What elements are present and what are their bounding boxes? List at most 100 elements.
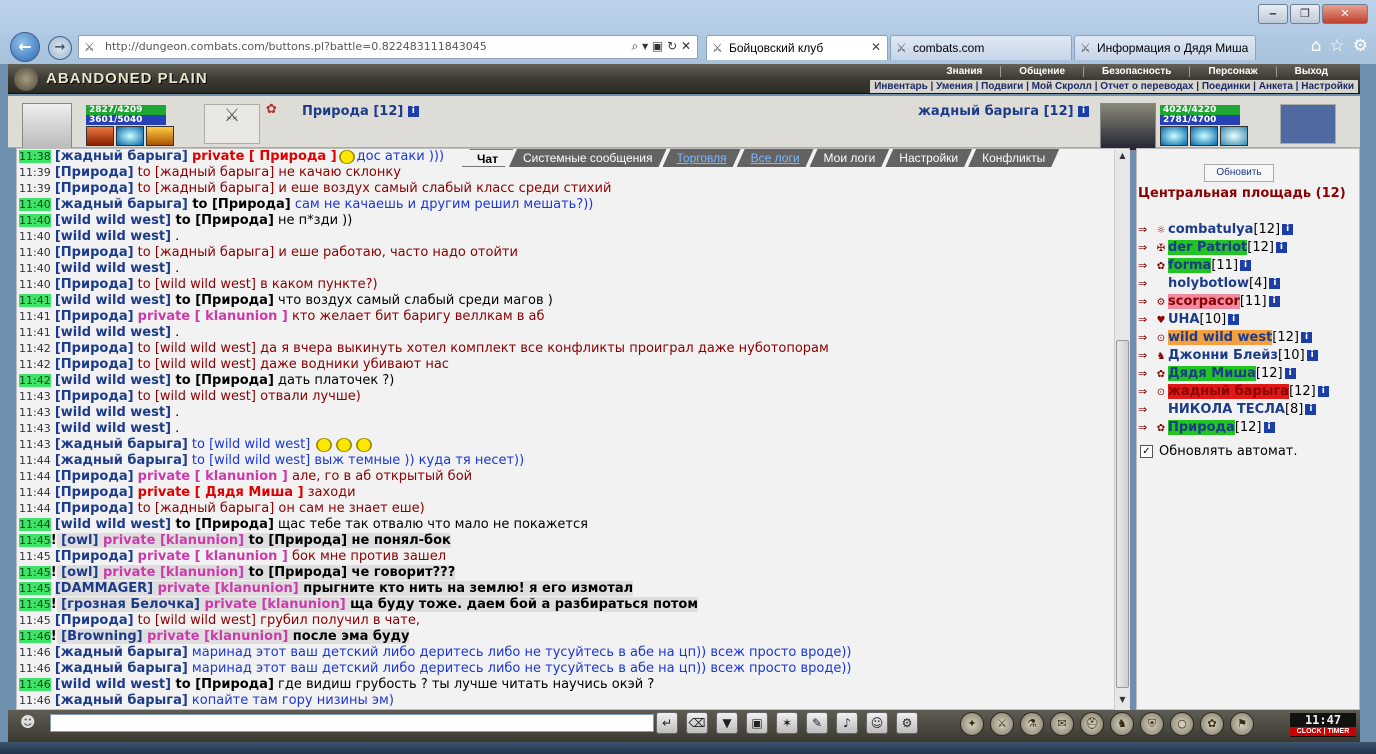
info-icon[interactable]: i bbox=[1306, 350, 1318, 361]
message-timestamp[interactable]: 11:39 bbox=[19, 166, 51, 179]
message-nick[interactable]: [жадный барыга] bbox=[55, 149, 188, 164]
user-row[interactable]: ⇒ holybotlow[4] i bbox=[1138, 276, 1358, 294]
message-nick[interactable]: [wild wild west] bbox=[55, 677, 171, 692]
message-nick[interactable]: [Природа] bbox=[55, 389, 134, 404]
paw-icon[interactable]: ✿ bbox=[1200, 712, 1224, 736]
message-timestamp[interactable]: 11:46 bbox=[19, 646, 51, 659]
message-nick[interactable]: [Природа] bbox=[55, 181, 134, 196]
chat-message[interactable]: 11:40 [Природа] to [жадный барыга] и еше… bbox=[17, 245, 1129, 261]
message-timestamp[interactable]: 11:45 bbox=[19, 582, 51, 595]
message-timestamp[interactable]: 11:42 bbox=[19, 358, 51, 371]
chat-message[interactable]: 11:45 [Природа] private [ klanunion ] бо… bbox=[17, 549, 1129, 565]
message-timestamp[interactable]: 11:44 bbox=[19, 486, 51, 499]
scroll-thumb[interactable] bbox=[1116, 340, 1129, 688]
message-timestamp[interactable]: 11:40 bbox=[19, 230, 51, 243]
left-buff-slot[interactable] bbox=[116, 126, 144, 146]
maximize-button[interactable]: ❐ bbox=[1290, 4, 1320, 24]
favorites-star-icon[interactable]: ☆ bbox=[1330, 36, 1345, 56]
info-icon[interactable]: i bbox=[1269, 278, 1281, 289]
fight-icon[interactable]: ✶ bbox=[776, 712, 798, 734]
user-row[interactable]: ⇒ ⊙ wild wild west[12] i bbox=[1138, 330, 1358, 348]
close-window-button[interactable]: ✕ bbox=[1322, 4, 1368, 24]
info-icon[interactable]: i bbox=[1078, 106, 1090, 117]
message-timestamp[interactable]: 11:42 bbox=[19, 374, 51, 387]
user-row[interactable]: ⇒ ⚙ scorpacor[11] i bbox=[1138, 294, 1358, 312]
settings-icon[interactable]: ⚙ bbox=[896, 712, 918, 734]
message-timestamp[interactable]: 11:45 bbox=[19, 566, 51, 579]
message-nick[interactable]: [wild wild west] bbox=[55, 421, 171, 436]
user-row[interactable]: ⇒ ✠ der Patriot[12] i bbox=[1138, 240, 1358, 258]
right-player-name[interactable]: жадный барыга [12] i bbox=[918, 104, 1090, 119]
chat-message[interactable]: 11:44 [Природа] private [ Дядя Миша ] за… bbox=[17, 485, 1129, 501]
user-row[interactable]: ⇒ ✿ forma[11] i bbox=[1138, 258, 1358, 276]
message-timestamp[interactable]: 11:39 bbox=[19, 182, 51, 195]
message-timestamp[interactable]: 11:45 bbox=[19, 598, 51, 611]
left-buff-slot[interactable] bbox=[146, 126, 174, 146]
message-timestamp[interactable]: 11:44 bbox=[19, 518, 51, 531]
message-timestamp[interactable]: 11:43 bbox=[19, 438, 51, 451]
message-nick[interactable]: [Природа] bbox=[55, 245, 134, 260]
chat-message[interactable]: 11:41 [wild wild west] to [Природа] что … bbox=[17, 293, 1129, 309]
user-row[interactable]: ⇒ ✿ Природа[12] i bbox=[1138, 420, 1358, 438]
message-timestamp[interactable]: 11:46 bbox=[19, 694, 51, 707]
chat-message[interactable]: 11:42 [Природа] to [wild wild west] даже… bbox=[17, 357, 1129, 373]
info-icon[interactable]: i bbox=[1282, 224, 1294, 235]
message-timestamp[interactable]: 11:42 bbox=[19, 342, 51, 355]
info-icon[interactable]: i bbox=[1300, 332, 1312, 343]
info-icon[interactable]: i bbox=[1305, 404, 1317, 415]
chat-message[interactable]: 11:43 [Природа] to [wild wild west] отва… bbox=[17, 389, 1129, 405]
bag-icon[interactable]: ✦ bbox=[960, 712, 984, 736]
message-timestamp[interactable]: 11:43 bbox=[19, 422, 51, 435]
left-buff-slot[interactable] bbox=[86, 126, 114, 146]
filter-icon[interactable]: ▼ bbox=[716, 712, 738, 734]
chat-message[interactable]: 11:43 [wild wild west] . bbox=[17, 421, 1129, 437]
auto-refresh-checkbox[interactable]: ✓ bbox=[1140, 445, 1153, 458]
message-timestamp[interactable]: 11:46 bbox=[19, 630, 51, 643]
forward-button[interactable]: → bbox=[48, 36, 72, 60]
user-name[interactable]: der Patriot bbox=[1168, 240, 1248, 255]
message-timestamp[interactable]: 11:38 bbox=[19, 150, 51, 163]
right-player-avatar[interactable] bbox=[1100, 103, 1156, 151]
message-nick[interactable]: [жадный барыга] bbox=[55, 645, 188, 660]
chat-message[interactable]: 11:42 [wild wild west] to [Природа] дать… bbox=[17, 373, 1129, 389]
message-nick[interactable]: [wild wild west] bbox=[55, 517, 171, 532]
message-nick[interactable]: [Природа] bbox=[55, 549, 134, 564]
message-nick[interactable]: [жадный барыга] bbox=[55, 693, 188, 708]
message-nick[interactable]: [Природа] bbox=[55, 501, 134, 516]
sound-icon[interactable]: ♪ bbox=[836, 712, 858, 734]
message-timestamp[interactable]: 11:41 bbox=[19, 310, 51, 323]
menu-security[interactable]: Безопасность bbox=[1083, 66, 1189, 77]
chat-tab[interactable]: Мои логи bbox=[810, 149, 890, 167]
chat-message[interactable]: 11:39 [Природа] to [жадный барыга] и еше… bbox=[17, 181, 1129, 197]
boots-icon[interactable]: ♞ bbox=[1110, 712, 1134, 736]
message-nick[interactable]: [Природа] bbox=[55, 277, 134, 292]
chat-message[interactable]: 11:46 [жадный барыга] маринад этот ваш д… bbox=[17, 661, 1129, 677]
message-timestamp[interactable]: 11:43 bbox=[19, 406, 51, 419]
user-row[interactable]: ⇒ НИКОЛА ТЕСЛА[8] i bbox=[1138, 402, 1358, 420]
address-bar[interactable]: ⚔ http://dungeon.combats.com/buttons.pl?… bbox=[78, 35, 698, 59]
send-icon[interactable]: ↵ bbox=[656, 712, 678, 734]
user-row[interactable]: ⇒ ✿ Дядя Миша[12] i bbox=[1138, 366, 1358, 384]
refresh-button[interactable]: Обновить bbox=[1204, 164, 1274, 182]
message-nick[interactable]: [DAMMAGER] bbox=[54, 581, 154, 596]
user-name[interactable]: holybotlow bbox=[1168, 276, 1249, 291]
chat-tab[interactable]: Все логи bbox=[737, 149, 814, 167]
message-nick[interactable]: [Природа] bbox=[55, 357, 134, 372]
message-nick[interactable]: [Природа] bbox=[55, 165, 134, 180]
message-nick[interactable]: [Природа] bbox=[55, 341, 134, 356]
user-name[interactable]: Природа bbox=[1168, 420, 1235, 435]
message-nick[interactable]: [wild wild west] bbox=[55, 373, 171, 388]
chat-message[interactable]: 11:45! [owl] private [klanunion] to [При… bbox=[17, 533, 1129, 549]
message-nick[interactable]: [Природа] bbox=[55, 309, 134, 324]
chat-message[interactable]: 11:43 [жадный барыга] to [wild wild west… bbox=[17, 437, 1129, 453]
menu-knowledge[interactable]: Знания bbox=[928, 66, 1000, 77]
message-timestamp[interactable]: 11:44 bbox=[19, 454, 51, 467]
info-icon[interactable]: i bbox=[1284, 368, 1296, 379]
message-nick[interactable]: [wild wild west] bbox=[55, 293, 171, 308]
info-icon[interactable]: i bbox=[1228, 314, 1240, 325]
chat-input[interactable] bbox=[50, 714, 654, 732]
info-icon[interactable]: i bbox=[1240, 260, 1252, 271]
message-nick[interactable]: [Природа] bbox=[55, 613, 134, 628]
user-name[interactable]: combatulya bbox=[1168, 222, 1253, 237]
menu-character[interactable]: Персонаж bbox=[1189, 66, 1275, 77]
